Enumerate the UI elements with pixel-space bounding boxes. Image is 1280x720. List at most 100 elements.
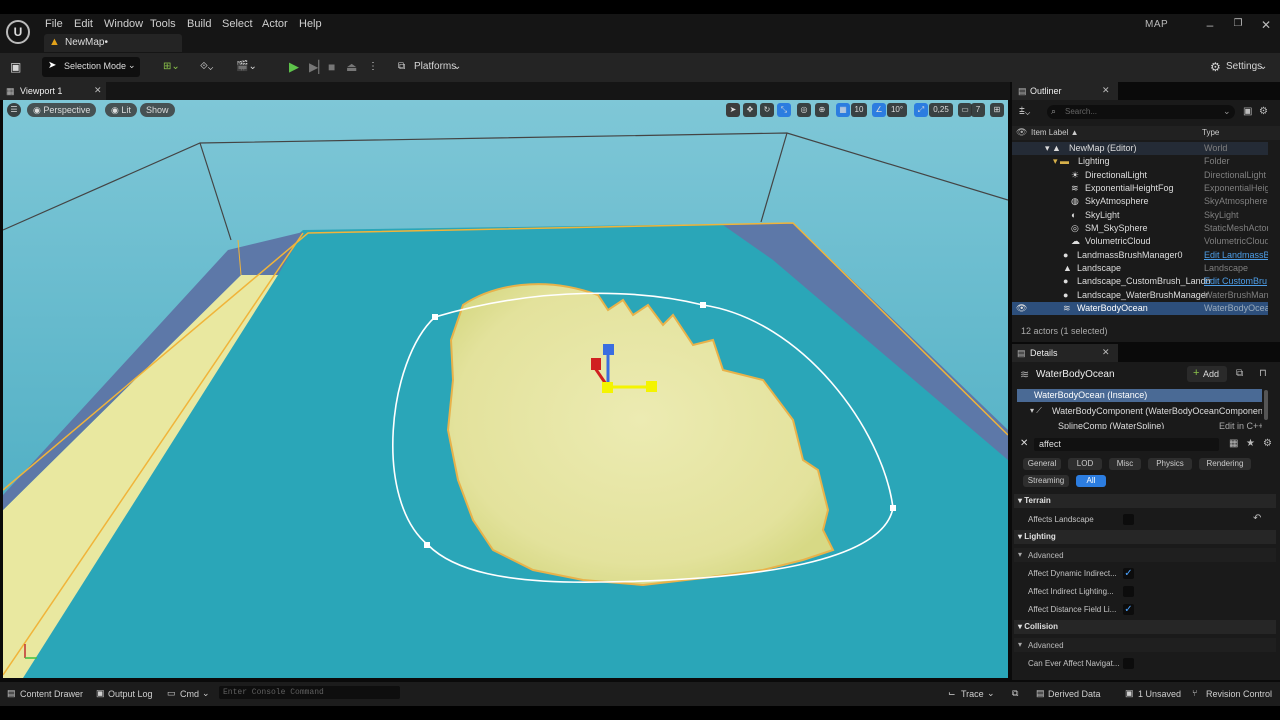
- lock-icon[interactable]: ⊓: [1259, 368, 1267, 379]
- component-spline[interactable]: SplineComp (WaterSpline) Edit in C++: [1017, 421, 1262, 429]
- scale-icon[interactable]: ⤡: [777, 103, 791, 117]
- component-instance[interactable]: WaterBodyOcean (Instance): [1017, 389, 1262, 402]
- outliner-row[interactable]: ≋ ExponentialHeightFog ExponentialHeig: [1012, 182, 1268, 195]
- affect-dynamic-checkbox[interactable]: ✓: [1123, 568, 1134, 579]
- search-input[interactable]: ⌕ Search... ⌄: [1047, 105, 1235, 119]
- add-component-button[interactable]: + Add: [1187, 366, 1227, 382]
- grid-view-icon[interactable]: ▦: [1229, 438, 1238, 449]
- outliner-row-type-link[interactable]: Edit LandmassB: [1204, 249, 1268, 262]
- cmd-dropdown[interactable]: Cmd: [180, 689, 199, 699]
- lit-button[interactable]: ◉ Lit: [105, 103, 137, 117]
- menu-actor[interactable]: Actor: [262, 17, 288, 31]
- blueprint-icon[interactable]: ⟐⌄: [200, 57, 213, 77]
- category-lod[interactable]: LOD: [1068, 458, 1102, 470]
- gear-icon[interactable]: ⚙: [1263, 438, 1272, 449]
- stop-icon[interactable]: ■: [328, 57, 335, 77]
- outliner-row[interactable]: ▾ ▲ NewMap (Editor) World: [1012, 142, 1268, 155]
- rotation-snap-icon[interactable]: ∠: [872, 103, 886, 117]
- translate-icon[interactable]: ✥: [743, 103, 757, 117]
- item-label-header[interactable]: Item Label ▲: [1031, 128, 1079, 137]
- output-log-button[interactable]: Output Log: [108, 689, 153, 699]
- close-icon[interactable]: ✕: [1102, 85, 1110, 96]
- menu-edit[interactable]: Edit: [74, 17, 93, 31]
- level-viewport[interactable]: [3, 100, 1008, 678]
- revision-control-button[interactable]: Revision Control: [1206, 689, 1272, 699]
- menu-tools[interactable]: Tools: [150, 17, 176, 31]
- unsaved-button[interactable]: 1 Unsaved: [1138, 689, 1181, 699]
- outliner-row[interactable]: ▾ ▬ Lighting Folder: [1012, 155, 1268, 168]
- menu-select[interactable]: Select: [222, 17, 253, 31]
- affect-indirect-checkbox[interactable]: [1123, 586, 1134, 597]
- maximize-viewport-icon[interactable]: ⊞: [990, 103, 1004, 117]
- play-icon[interactable]: ▶: [289, 57, 299, 77]
- outliner-row[interactable]: ▲ Landscape Landscape: [1012, 262, 1268, 275]
- outliner-row-type-link[interactable]: Edit CustomBru: [1204, 275, 1268, 288]
- save-icon[interactable]: ▣: [10, 57, 21, 77]
- outliner-row[interactable]: ● LandmassBrushManager0 Edit LandmassB: [1012, 249, 1268, 262]
- menu-help[interactable]: Help: [299, 17, 322, 31]
- add-folder-icon[interactable]: ▣: [1243, 106, 1252, 117]
- affect-distance-checkbox[interactable]: ✓: [1123, 604, 1134, 615]
- details-search-input[interactable]: affect: [1034, 438, 1219, 451]
- outliner-row[interactable]: ● Landscape_CustomBrush_Landma Edit Custom…: [1012, 275, 1268, 288]
- level-tab[interactable]: ▲ NewMap•: [44, 34, 182, 52]
- visibility-icon[interactable]: 👁: [1016, 302, 1027, 315]
- perspective-button[interactable]: ◉ Perspective: [27, 103, 97, 117]
- content-drawer-button[interactable]: Content Drawer: [20, 689, 83, 699]
- selection-mode-dropdown[interactable]: ➤ Selection Mode ⌄: [42, 57, 140, 77]
- tab-details[interactable]: ▤ Details ✕: [1012, 344, 1118, 362]
- section-terrain[interactable]: ▾ Terrain: [1014, 494, 1276, 508]
- category-streaming[interactable]: Streaming: [1023, 475, 1069, 487]
- star-icon[interactable]: ★: [1246, 438, 1255, 449]
- unreal-logo-icon[interactable]: U: [6, 20, 30, 44]
- can-ever-affect-navigation-checkbox[interactable]: [1123, 658, 1134, 669]
- close-icon[interactable]: ✕: [1102, 347, 1110, 358]
- show-button[interactable]: Show: [140, 103, 175, 117]
- outliner-row[interactable]: ● Landscape_WaterBrushManager WaterBrushMa…: [1012, 289, 1268, 302]
- camera-speed-value[interactable]: 7: [971, 103, 985, 117]
- type-header[interactable]: Type: [1202, 128, 1219, 137]
- rotation-snap-value[interactable]: 10°: [887, 103, 907, 117]
- surface-snap-icon[interactable]: ◎: [797, 103, 811, 117]
- outliner-row[interactable]: ☁ VolumetricCloud VolumetricCloud: [1012, 235, 1268, 248]
- category-rendering[interactable]: Rendering: [1199, 458, 1251, 470]
- trace-button[interactable]: Trace: [961, 689, 984, 699]
- viewport-menu-icon[interactable]: ☰: [7, 103, 21, 117]
- menu-window[interactable]: Window: [104, 17, 143, 31]
- eject-icon[interactable]: ⏏: [346, 57, 357, 77]
- clear-filter-icon[interactable]: ✕: [1020, 438, 1028, 449]
- section-lighting[interactable]: ▾ Lighting: [1014, 530, 1276, 544]
- minimize-icon[interactable]: –: [1203, 18, 1217, 32]
- section-collision[interactable]: ▾ Collision: [1014, 620, 1276, 634]
- gear-icon[interactable]: ⚙: [1259, 106, 1268, 117]
- outliner-row[interactable]: ☀ DirectionalLight DirectionalLight: [1012, 169, 1268, 182]
- affects-landscape-checkbox[interactable]: [1123, 514, 1134, 525]
- select-mode-icon[interactable]: ➤: [726, 103, 740, 117]
- blueprint-icon[interactable]: ⧉: [1236, 368, 1243, 379]
- cinematics-icon[interactable]: 🎬⌄: [236, 57, 257, 77]
- tab-outliner[interactable]: ▤ Outliner ✕: [1012, 82, 1118, 100]
- close-icon[interactable]: ✕: [1259, 18, 1273, 32]
- maximize-icon[interactable]: ❐: [1231, 18, 1245, 29]
- collision-advanced[interactable]: ▾ Advanced: [1014, 638, 1276, 652]
- more-options-icon[interactable]: ⋮: [368, 57, 378, 77]
- reset-icon[interactable]: ↶: [1253, 513, 1261, 524]
- close-icon[interactable]: ✕: [94, 85, 102, 96]
- menu-file[interactable]: File: [45, 17, 63, 31]
- category-misc[interactable]: Misc: [1109, 458, 1141, 470]
- add-actor-icon[interactable]: ⊞⌄: [163, 57, 180, 77]
- grid-snap-value[interactable]: 10: [851, 103, 867, 117]
- edit-cpp-link[interactable]: Edit in C++: [1219, 421, 1262, 429]
- step-icon[interactable]: ▶▏: [309, 57, 327, 77]
- component-water[interactable]: ▾ ⟋ WaterBodyComponent (WaterBodyOceanCo…: [1017, 405, 1262, 418]
- category-physics[interactable]: Physics: [1148, 458, 1192, 470]
- console-input[interactable]: Enter Console Command: [219, 686, 400, 699]
- camera-speed-icon[interactable]: ▭: [958, 103, 972, 117]
- category-all[interactable]: All: [1076, 475, 1106, 487]
- scale-snap-value[interactable]: 0,25: [929, 103, 953, 117]
- platforms-button[interactable]: Platforms: [414, 57, 456, 77]
- filter-icon[interactable]: ⩲⌄: [1019, 106, 1030, 117]
- menu-build[interactable]: Build: [187, 17, 211, 31]
- outliner-row[interactable]: ◎ SM_SkySphere StaticMeshActor: [1012, 222, 1268, 235]
- outliner-row[interactable]: ◍ SkyAtmosphere SkyAtmosphere: [1012, 195, 1268, 208]
